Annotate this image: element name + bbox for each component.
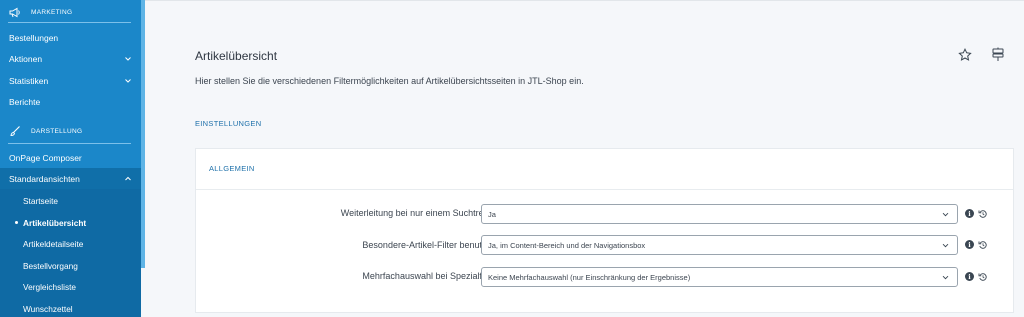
- sidebar-item-onpage-composer[interactable]: OnPage Composer: [0, 147, 141, 169]
- select-value: Ja, im Content-Bereich und der Navigatio…: [488, 240, 646, 250]
- divider: [145, 0, 1024, 1]
- info-icon[interactable]: i: [965, 272, 974, 281]
- setting-label: Weiterleitung bei nur einem Suchtreffer:: [340, 208, 499, 218]
- sidebar-section-marketing: MARKETING: [0, 1, 141, 23]
- sidebar-subitem-artikeluebersicht[interactable]: Artikelübersicht: [0, 212, 141, 233]
- sidebar-item-label: Bestellungen: [9, 33, 59, 43]
- sidebar-section-label: DARSTELLUNG: [31, 127, 83, 135]
- card-title: ALLGEMEIN: [209, 164, 255, 173]
- chevron-up-icon: [125, 176, 131, 181]
- sidebar-item-standardansichten[interactable]: Standardansichten: [0, 168, 141, 190]
- setting-select-mehrfachauswahl[interactable]: Keine Mehrfachauswahl (nur Einschränkung…: [481, 267, 958, 287]
- setting-label: Besondere-Artikel-Filter benutzen:: [362, 240, 499, 250]
- star-icon[interactable]: [958, 48, 972, 62]
- sidebar-item-label: Standardansichten: [9, 174, 80, 184]
- sidebar-item-label: OnPage Composer: [9, 153, 82, 163]
- sidebar-subitem-artikeldetailseite[interactable]: Artikeldetailseite: [0, 233, 141, 254]
- chevron-down-icon: [942, 212, 949, 217]
- reset-icon[interactable]: [978, 209, 988, 219]
- sidebar-subitem-label: Bestellvorgang: [23, 260, 78, 271]
- main-content: Artikelübersicht Hier stellen Sie die ve…: [145, 0, 1024, 317]
- megaphone-icon: [9, 6, 21, 18]
- sidebar: MARKETING Bestellungen Aktionen Statisti…: [0, 0, 145, 317]
- chevron-down-icon: [942, 275, 949, 280]
- sidebar-item-statistiken[interactable]: Statistiken: [0, 70, 141, 92]
- sidebar-item-label: Statistiken: [9, 76, 49, 86]
- info-icon[interactable]: i: [965, 240, 974, 249]
- divider: [8, 143, 131, 144]
- chevron-down-icon: [125, 57, 131, 61]
- select-value: Ja: [488, 209, 496, 219]
- sidebar-subitem-vergleichsliste[interactable]: Vergleichsliste: [0, 276, 141, 297]
- brush-icon: [9, 125, 21, 137]
- sidebar-subitem-label: Artikelübersicht: [23, 217, 87, 228]
- sidebar-item-aktionen[interactable]: Aktionen: [0, 48, 141, 70]
- select-value: Keine Mehrfachauswahl (nur Einschränkung…: [488, 272, 691, 282]
- active-dot-icon: [15, 221, 18, 224]
- sidebar-subitem-label: Vergleichsliste: [23, 281, 77, 292]
- settings-card: ALLGEMEIN Weiterleitung bei nur einem Su…: [195, 148, 1014, 313]
- signpost-icon[interactable]: [991, 47, 1005, 62]
- info-icon[interactable]: i: [965, 209, 974, 218]
- sidebar-subitem-label: Wunschzettel: [23, 303, 73, 314]
- sidebar-subitem-startseite[interactable]: Startseite: [0, 190, 141, 211]
- setting-select-besondere-artikel-filter[interactable]: Ja, im Content-Bereich und der Navigatio…: [481, 235, 958, 255]
- setting-select-weiterleitung[interactable]: Ja: [481, 204, 958, 224]
- divider: [196, 189, 1013, 190]
- sidebar-section-darstellung: DARSTELLUNG: [0, 120, 141, 142]
- reset-icon[interactable]: [978, 272, 988, 282]
- sidebar-item-berichte[interactable]: Berichte: [0, 91, 141, 113]
- sidebar-subitem-label: Artikeldetailseite: [23, 238, 84, 249]
- setting-label: Mehrfachauswahl bei Spezialfilter:: [362, 271, 499, 281]
- section-label: EINSTELLUNGEN: [195, 119, 262, 128]
- sidebar-item-label: Berichte: [9, 97, 41, 107]
- sidebar-subitem-wunschzettel[interactable]: Wunschzettel: [0, 298, 141, 317]
- sidebar-section-label: MARKETING: [31, 8, 73, 16]
- sidebar-item-label: Aktionen: [9, 54, 43, 64]
- chevron-down-icon: [942, 243, 949, 248]
- sidebar-subitem-bestellvorgang[interactable]: Bestellvorgang: [0, 255, 141, 276]
- chevron-down-icon: [125, 79, 131, 83]
- page-title: Artikelübersicht: [195, 49, 278, 63]
- reset-icon[interactable]: [978, 240, 988, 250]
- sidebar-item-bestellungen[interactable]: Bestellungen: [0, 27, 141, 49]
- page-description: Hier stellen Sie die verschiedenen Filte…: [195, 76, 584, 86]
- divider: [8, 22, 131, 23]
- sidebar-subitem-label: Startseite: [23, 195, 59, 206]
